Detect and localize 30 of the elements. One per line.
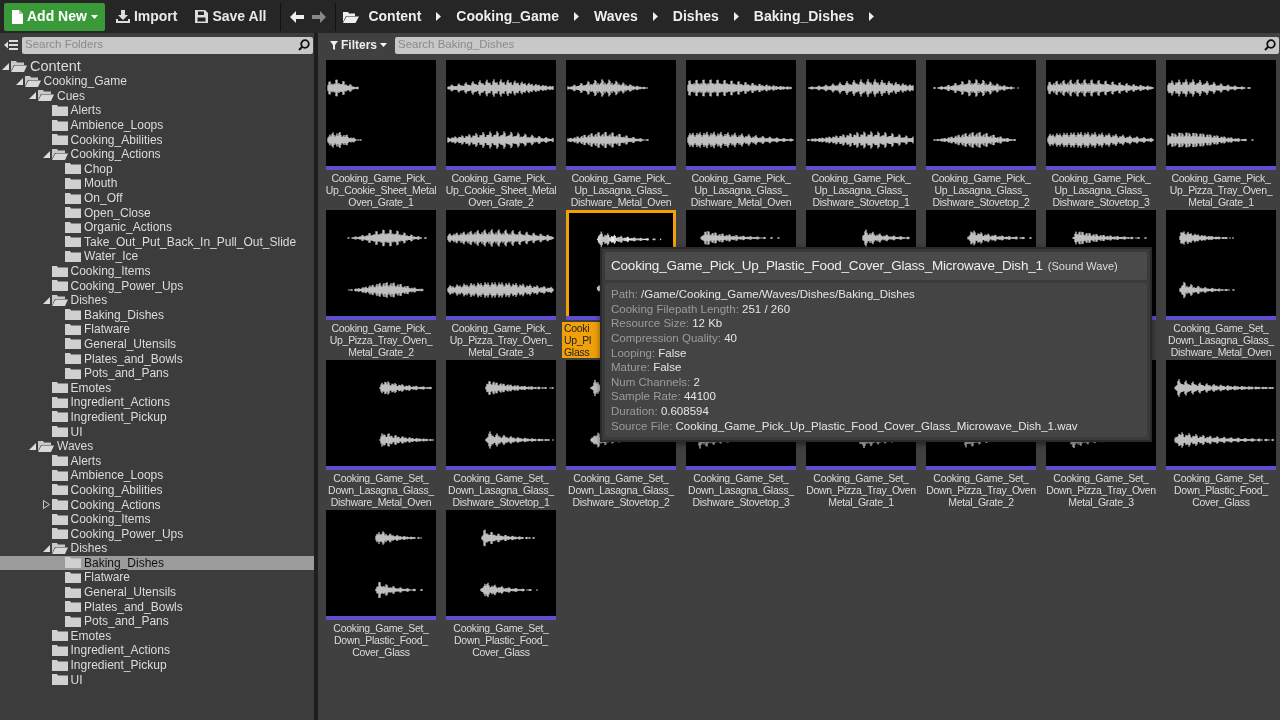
asset-name: Cooking_Game_Pick_ Up_Lasagna_Glass_ Dishware_Stovetop_1: [810, 172, 912, 208]
asset-name: Cooking_Game_Set_ Down_Lasagna_Glass_ Dishware_Stovetop_2: [567, 472, 675, 508]
asset-name: Cooking_Game_Pick_ Up_Lasagna_Glass_ Dishware_Metal_Oven: [569, 172, 673, 208]
asset-name: Cooking_Game_Set_ Down_Lasagna_Glass_ Dishware_Metal_Oven: [327, 472, 435, 508]
asset-name: Cooking_Game_Pick_ Up_Lasagna_Glass_ Dishware_Stovetop_3: [1050, 172, 1152, 208]
property-line: Sample Rate: 44100: [611, 389, 717, 404]
property-line: Source File: Cooking_Game_Pick_Up_Plastic_Food_Cover_Glass_Microwave_Dish_1.wav: [611, 418, 1079, 434]
asset-name: Cooking_Game_Set_ Down_Pizza_Tray_Oven Metal_Grate_3: [1045, 472, 1157, 508]
asset-name: Cooking_Game_Set_ Down_Lasagna_Glass_ Dishware_Stovetop_1: [447, 472, 555, 508]
tooltip-title: Cooking_Game_Pick_Up_Plastic_Food_Cover_Glass_Microwave_Dish_1: [611, 257, 1043, 275]
asset-name: Cooking_Game_Set_ Down_Lasagna_Glass_ Dishware_Stovetop_3: [687, 472, 795, 508]
asset-name: Cooking_Game_Set_ Down_Lasagna_Glass_ Dishware_Metal_Oven: [1167, 322, 1275, 358]
property-line: Duration: 0.608594: [611, 404, 710, 419]
property-line: Num Channels: 2: [611, 374, 701, 390]
property-line: Cooking Filepath Length: 251 / 260: [611, 301, 792, 317]
asset-name: Cooking_Game_Pick_ Up_Pizza_Tray_Oven_ Metal_Grate_3: [448, 322, 554, 358]
asset-name: Cooking_Game_Pick_ Up_Pizza_Tray_Oven_ Metal_Grate_2: [328, 322, 434, 358]
asset-name: Cooking_Game_Pick_ Up_Lasagna_Glass_ Dishware_Metal_Oven: [689, 172, 793, 208]
asset-name: Cooking_Game_Set_ Down_Plastic_Food_ Cover_Glass: [1172, 472, 1270, 508]
asset-type-label: (Sound Wave): [1047, 259, 1118, 274]
asset-name: Cooking_Game_Set_ Down_Plastic_Food_ Cover_Glass: [332, 622, 430, 658]
asset-name: Cooking_Game_Set_ Down_Plastic_Food_ Cover_Glass: [452, 622, 550, 658]
asset-name: Cooking_Game_Pick_ Up_Cookie_Sheet_Metal Oven_Grate_1: [324, 172, 438, 208]
property-line: Path: /Game/Cooking_Game/Waves/Dishes/Baking_Dishes: [611, 287, 916, 302]
asset-name: Cooking_Game_Pick_ Up_Pizza_Tray_Oven_ Metal_Grate_1: [1168, 172, 1274, 208]
asset-name: Cooking_Game_Pick_ Up_Lasagna_Glass_ Dishware_Stovetop_2: [930, 172, 1032, 208]
asset-name: Cooking_Game_Set_ Down_Pizza_Tray_Oven Metal_Grate_2: [925, 472, 1037, 508]
asset-name: Cooking_Game_Pick_ Up_Cookie_Sheet_Metal Oven_Grate_2: [444, 172, 558, 208]
asset-name: Cooking_Game_Set_ Down_Pizza_Tray_Oven Metal_Grate_1: [805, 472, 917, 508]
property-line: Mature: False: [611, 360, 683, 375]
